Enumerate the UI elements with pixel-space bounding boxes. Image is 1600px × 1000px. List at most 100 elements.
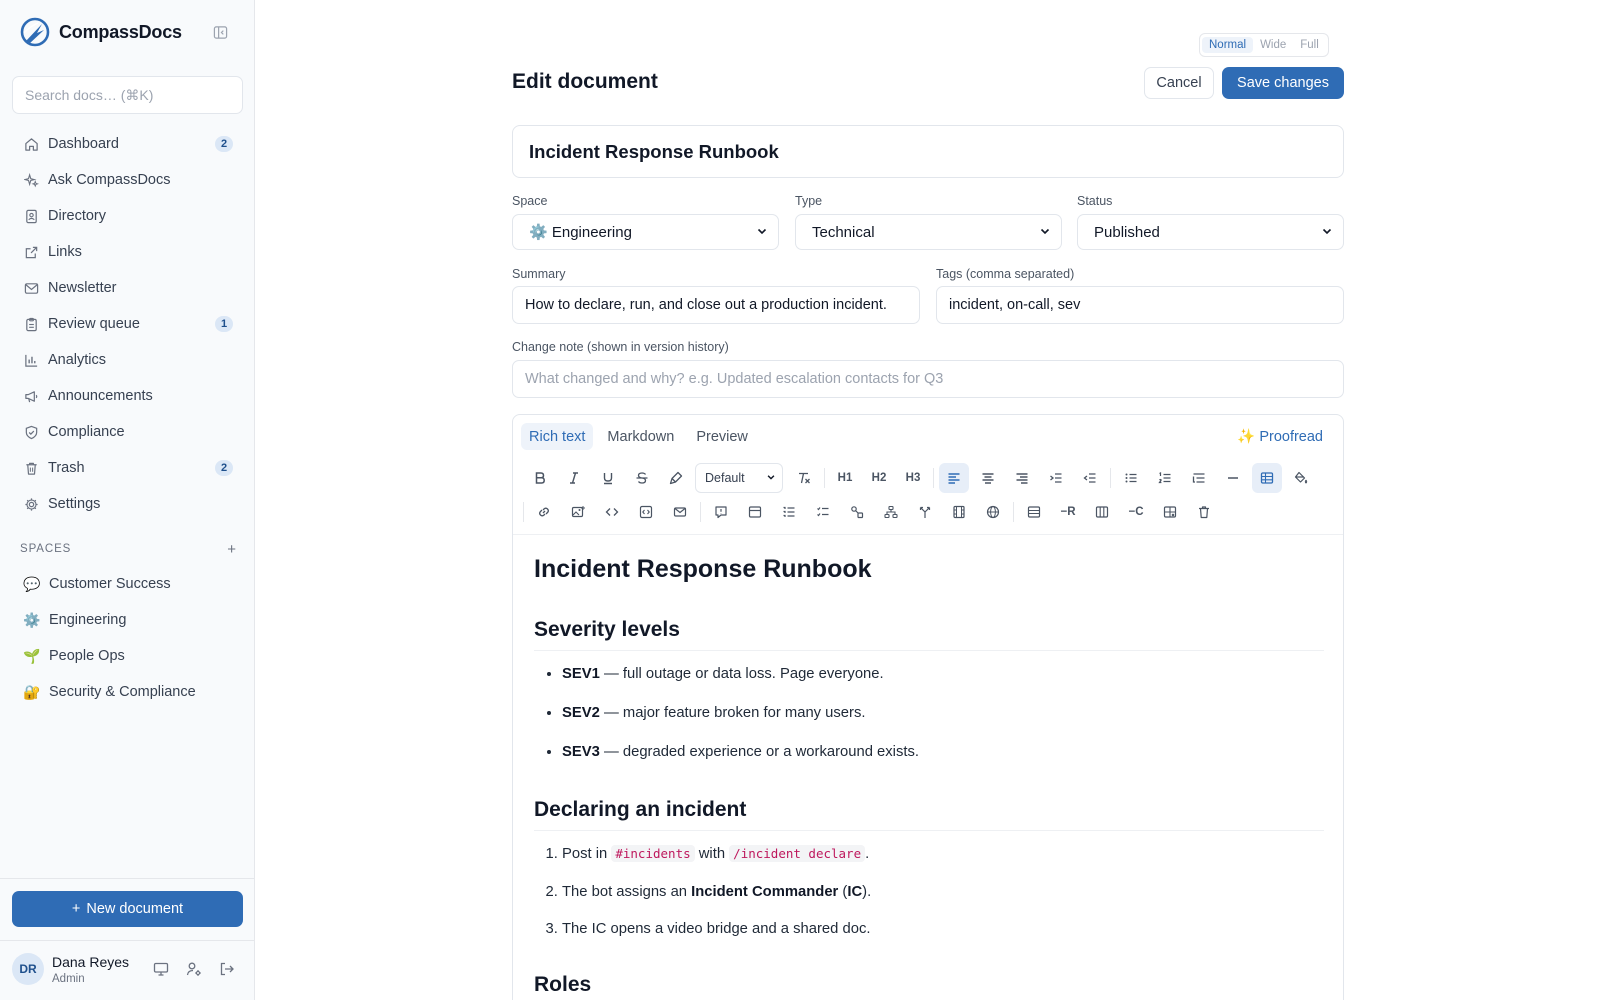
width-option-normal[interactable]: Normal [1202, 37, 1254, 53]
callout-icon[interactable] [706, 497, 736, 527]
sidebar-item-label: Ask CompassDocs [48, 172, 171, 188]
space-select[interactable]: ⚙️ Engineering [512, 214, 779, 250]
highlighter-icon[interactable] [661, 463, 691, 493]
spaces-title: SPACES [20, 543, 72, 555]
summary-input[interactable] [512, 286, 920, 324]
sidebar-item-directory[interactable]: Directory [12, 198, 243, 234]
bar-chart-icon [23, 352, 39, 368]
sidebar-item-trash[interactable]: Trash 2 [12, 450, 243, 486]
link-icon[interactable] [529, 497, 559, 527]
strikethrough-icon[interactable] [627, 463, 657, 493]
collapsible-section-icon[interactable] [740, 497, 770, 527]
italic-icon[interactable] [559, 463, 589, 493]
sidebar-item-label: Announcements [48, 388, 153, 404]
tab-preview[interactable]: Preview [688, 423, 756, 450]
bullet-list-icon[interactable] [1116, 463, 1146, 493]
gear-emoji-icon: ⚙️ [23, 611, 41, 628]
cancel-button[interactable]: Cancel [1144, 67, 1214, 99]
align-center-icon[interactable] [973, 463, 1003, 493]
underline-icon[interactable] [593, 463, 623, 493]
step-text: ( [838, 884, 848, 900]
heading-3-button[interactable]: H3 [898, 463, 928, 493]
branch-icon[interactable] [910, 497, 940, 527]
remove-row-button[interactable]: −R [1053, 497, 1083, 527]
space-item-people-ops[interactable]: 🌱 People Ops [12, 638, 243, 674]
sidebar-item-review-queue[interactable]: Review queue 1 [12, 306, 243, 342]
severity-description: — major feature broken for many users. [599, 705, 866, 721]
sidebar-item-links[interactable]: Links [12, 234, 243, 270]
paragraph-style-select[interactable]: Default [695, 463, 783, 493]
flowchart-icon[interactable] [842, 497, 872, 527]
inline-code-icon[interactable] [597, 497, 627, 527]
monitor-icon[interactable] [152, 960, 170, 978]
severity-description: — full outage or data loss. Page everyon… [599, 666, 884, 682]
sidebar-item-label: Analytics [48, 352, 107, 368]
search-input[interactable] [13, 77, 242, 113]
heading-1-button[interactable]: H1 [830, 463, 860, 493]
table-icon[interactable] [1252, 463, 1282, 493]
numbered-list-icon[interactable] [1150, 463, 1180, 493]
sidebar-item-analytics[interactable]: Analytics [12, 342, 243, 378]
video-embed-icon[interactable] [944, 497, 974, 527]
brand[interactable]: CompassDocs [20, 16, 182, 48]
code-block-icon[interactable] [631, 497, 661, 527]
sidebar-item-dashboard[interactable]: Dashboard 2 [12, 126, 243, 162]
new-document-button[interactable]: + New document [12, 891, 243, 927]
sidebar-item-announcements[interactable]: Announcements [12, 378, 243, 414]
collapse-sidebar-icon[interactable] [211, 23, 229, 41]
space-label: Security & Compliance [49, 684, 196, 700]
width-toggle: Normal Wide Full [1199, 33, 1329, 57]
horizontal-rule-icon[interactable] [1218, 463, 1248, 493]
logout-icon[interactable] [218, 960, 236, 978]
avatar[interactable]: DR [12, 953, 44, 985]
space-item-customer-success[interactable]: 💬 Customer Success [12, 566, 243, 602]
tab-rich-text[interactable]: Rich text [521, 423, 594, 450]
globe-embed-icon[interactable] [978, 497, 1008, 527]
width-option-full[interactable]: Full [1293, 37, 1326, 53]
add-column-icon[interactable] [1087, 497, 1117, 527]
add-space-icon[interactable]: + [227, 542, 236, 557]
align-right-icon[interactable] [1007, 463, 1037, 493]
sidebar-item-compliance[interactable]: Compliance [12, 414, 243, 450]
tags-input[interactable] [936, 286, 1344, 324]
space-item-engineering[interactable]: ⚙️ Engineering [12, 602, 243, 638]
steps-list-icon[interactable] [774, 497, 804, 527]
sidebar-item-settings[interactable]: Settings [12, 486, 243, 522]
delete-table-icon[interactable] [1189, 497, 1219, 527]
checklist-icon[interactable] [808, 497, 838, 527]
remove-column-button[interactable]: −C [1121, 497, 1151, 527]
indent-icon[interactable] [1041, 463, 1071, 493]
bold-icon[interactable] [525, 463, 555, 493]
document-title-input[interactable] [512, 125, 1344, 178]
status-select[interactable]: Published [1077, 214, 1344, 250]
toolbar-separator [933, 468, 934, 488]
list-item: The IC opens a video bridge and a shared… [562, 921, 1324, 937]
add-row-icon[interactable] [1019, 497, 1049, 527]
contact-book-icon [23, 208, 39, 224]
sidebar-item-newsletter[interactable]: Newsletter [12, 270, 243, 306]
sidebar-divider [0, 878, 255, 879]
heading-2-button[interactable]: H2 [864, 463, 894, 493]
mail-icon[interactable] [665, 497, 695, 527]
outdent-icon[interactable] [1075, 463, 1105, 493]
type-select[interactable]: Technical [795, 214, 1062, 250]
heading-2-label: H2 [871, 472, 887, 484]
org-chart-icon[interactable] [876, 497, 906, 527]
merge-cells-icon[interactable] [1155, 497, 1185, 527]
tags-label: Tags (comma separated) [936, 267, 1075, 281]
user-settings-icon[interactable] [185, 960, 203, 978]
clear-format-icon[interactable] [789, 463, 819, 493]
toolbar-separator [700, 502, 701, 522]
save-changes-button[interactable]: Save changes [1222, 67, 1344, 99]
change-note-input[interactable] [512, 360, 1344, 398]
align-left-icon[interactable] [939, 463, 969, 493]
width-option-wide[interactable]: Wide [1253, 37, 1293, 53]
tab-markdown[interactable]: Markdown [599, 423, 682, 450]
sidebar-item-ask-compassdocs[interactable]: Ask CompassDocs [12, 162, 243, 198]
editor-content[interactable]: Incident Response Runbook Severity level… [534, 543, 1324, 1000]
nested-list-icon[interactable] [1184, 463, 1214, 493]
space-item-security-compliance[interactable]: 🔐 Security & Compliance [12, 674, 243, 710]
insert-image-icon[interactable] [563, 497, 593, 527]
proofread-button[interactable]: ✨ Proofread [1237, 428, 1323, 445]
cell-color-icon[interactable] [1286, 463, 1316, 493]
